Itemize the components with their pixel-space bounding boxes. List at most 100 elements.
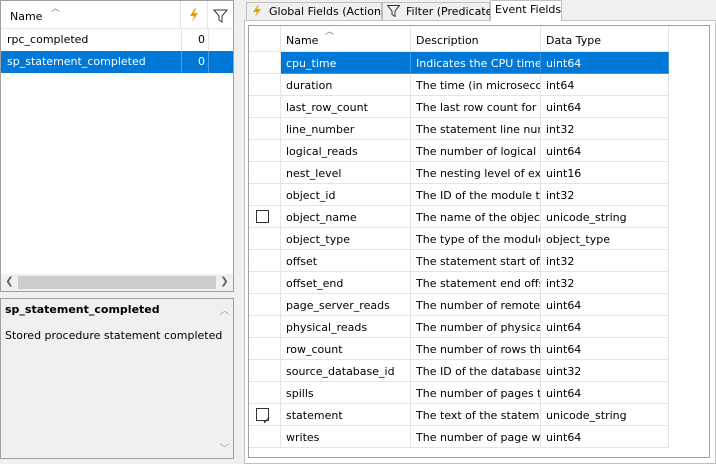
column-header-name[interactable]: Name ︿ xyxy=(1,1,181,29)
field-description-cell: The ID of the module th... xyxy=(411,184,541,206)
event-fields-grid: Name ︿ Description Data Type cpu_time Ind… xyxy=(248,25,710,458)
table-row[interactable]: cpu_time Indicates the CPU time (i... uint… xyxy=(249,52,669,74)
field-data-type-cell: uint64 xyxy=(541,338,669,360)
scroll-down-icon[interactable]: ﹀ xyxy=(216,440,233,455)
field-data-type: unicode_string xyxy=(546,409,627,422)
table-row[interactable]: object_id The ID of the module th... int32 xyxy=(249,184,669,206)
field-name-cell: logical_reads xyxy=(281,140,411,162)
field-data-type: uint64 xyxy=(546,57,582,70)
table-row[interactable]: spills The number of pages th... uint64 xyxy=(249,382,669,404)
field-data-type: uint64 xyxy=(546,431,582,444)
event-name: sp_statement_completed xyxy=(7,55,146,68)
horizontal-scrollbar[interactable]: ❮ ❯ xyxy=(1,274,233,291)
column-header-name[interactable]: Name ︿ xyxy=(281,26,411,52)
field-description-cell: The ID of the database t... xyxy=(411,360,541,382)
tab-event-fields[interactable]: Event Fields xyxy=(490,0,562,21)
field-description: The statement line numb... xyxy=(416,123,540,136)
field-name-cell: writes xyxy=(281,426,411,448)
scrollbar-thumb[interactable] xyxy=(18,276,216,289)
field-data-type-cell: uint64 xyxy=(541,382,669,404)
field-data-type-cell: unicode_string xyxy=(541,206,669,228)
scroll-right-icon[interactable]: ❯ xyxy=(216,276,233,287)
checkbox-cell xyxy=(249,250,281,272)
checkbox-cell xyxy=(249,382,281,404)
table-row[interactable]: logical_reads The number of logical pa...… xyxy=(249,140,669,162)
field-name-cell: physical_reads xyxy=(281,316,411,338)
vertical-scrollbar[interactable]: ︿ ﹀ xyxy=(216,299,233,458)
table-row[interactable]: ✓ statement The text of the statemen... uni… xyxy=(249,404,669,426)
field-data-type: int32 xyxy=(546,277,575,290)
table-row[interactable]: object_name The name of the object t... un… xyxy=(249,206,669,228)
field-description: The number of logical pa... xyxy=(416,145,540,158)
field-description: The type of the module t... xyxy=(416,233,541,246)
checkbox-cell xyxy=(249,228,281,250)
field-description-cell: The name of the object t... xyxy=(411,206,541,228)
field-description: The number of rows that... xyxy=(416,343,541,356)
field-description-cell: The statement start offse... xyxy=(411,250,541,272)
checkbox-icon[interactable] xyxy=(256,210,269,223)
field-data-type-cell: unicode_string xyxy=(541,404,669,426)
column-header-label: Name xyxy=(286,34,319,47)
table-row[interactable]: last_row_count The last row count for thi… xyxy=(249,96,669,118)
field-data-type: int32 xyxy=(546,123,575,136)
column-header-name-label: Name xyxy=(10,10,43,23)
tab-label: Event Fields xyxy=(495,3,562,16)
column-header-filter[interactable] xyxy=(208,1,233,29)
field-data-type: uint64 xyxy=(546,387,582,400)
table-row[interactable]: page_server_reads The number of remote p.… xyxy=(249,294,669,316)
field-description-cell: The number of logical pa... xyxy=(411,140,541,162)
field-data-type: uint32 xyxy=(546,365,582,378)
grid-header: Name ︿ Description Data Type xyxy=(249,26,709,52)
table-row[interactable]: row_count The number of rows that... uint6… xyxy=(249,338,669,360)
event-count: 0 xyxy=(198,55,205,68)
field-name-cell: object_name xyxy=(281,206,411,228)
field-description: The time (in microsecon... xyxy=(416,79,541,92)
column-header-description[interactable]: Description xyxy=(411,26,541,52)
field-data-type-cell: int32 xyxy=(541,118,669,140)
event-row-sp-statement-completed[interactable]: sp_statement_completed 0 xyxy=(1,51,233,73)
field-data-type: int32 xyxy=(546,255,575,268)
field-data-type: object_type xyxy=(546,233,610,246)
description-panel: sp_statement_completed Stored procedure … xyxy=(0,298,234,459)
field-description: The ID of the module th... xyxy=(416,189,540,202)
event-count: 0 xyxy=(198,33,205,46)
field-name-cell: offset_end xyxy=(281,272,411,294)
table-row[interactable]: nest_level The nesting level of exe... uin… xyxy=(249,162,669,184)
checkbox-cell: ✓ xyxy=(249,404,281,426)
table-row[interactable]: writes The number of page writ... uint64 xyxy=(249,426,669,448)
field-name: duration xyxy=(286,79,333,92)
tab-filter[interactable]: Filter (Predicate) xyxy=(382,2,497,21)
column-header-label: Description xyxy=(416,34,479,47)
checkbox-cell xyxy=(249,52,281,74)
column-header-data-type[interactable]: Data Type xyxy=(541,26,669,52)
field-name-cell: line_number xyxy=(281,118,411,140)
checkbox-cell xyxy=(249,316,281,338)
event-row-rpc-completed[interactable]: rpc_completed 0 xyxy=(1,29,233,51)
column-header-actions[interactable] xyxy=(181,1,208,29)
table-row[interactable]: object_type The type of the module t... ob… xyxy=(249,228,669,250)
field-description: The statement end offse... xyxy=(416,277,540,290)
table-row[interactable]: physical_reads The number of physical ...… xyxy=(249,316,669,338)
checkmark-icon: ✓ xyxy=(262,414,272,426)
table-row[interactable]: offset The statement start offse... int32 xyxy=(249,250,669,272)
field-description-cell: The number of physical ... xyxy=(411,316,541,338)
table-row[interactable]: line_number The statement line numb... int… xyxy=(249,118,669,140)
table-row[interactable]: offset_end The statement end offse... int3… xyxy=(249,272,669,294)
field-name: nest_level xyxy=(286,167,342,180)
field-name-cell: row_count xyxy=(281,338,411,360)
checkbox-cell xyxy=(249,272,281,294)
table-row[interactable]: source_database_id The ID of the database… xyxy=(249,360,669,382)
field-name-cell: object_type xyxy=(281,228,411,250)
field-data-type: int64 xyxy=(546,79,575,92)
tab-global-fields[interactable]: Global Fields (Actions) xyxy=(246,2,391,21)
field-data-type-cell: uint64 xyxy=(541,426,669,448)
column-header-label: Data Type xyxy=(546,34,602,47)
field-description: The ID of the database t... xyxy=(416,365,541,378)
checkbox-icon[interactable]: ✓ xyxy=(256,408,271,425)
checkbox-cell xyxy=(249,140,281,162)
scroll-left-icon[interactable]: ❮ xyxy=(1,276,18,287)
column-header-checkbox[interactable] xyxy=(249,26,281,52)
scroll-up-icon[interactable]: ︿ xyxy=(216,302,233,317)
field-data-type: uint64 xyxy=(546,299,582,312)
table-row[interactable]: duration The time (in microsecon... int64 xyxy=(249,74,669,96)
